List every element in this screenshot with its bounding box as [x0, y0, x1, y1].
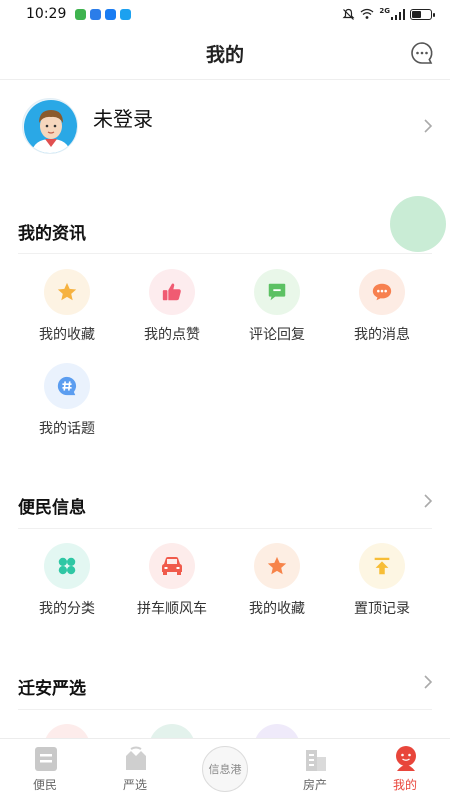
page-title: 我的	[205, 44, 244, 66]
chevron-right-icon[interactable]	[422, 493, 434, 509]
hashtag-icon	[57, 376, 77, 396]
convenience-item-favorites[interactable]: 我的收藏	[224, 543, 330, 621]
battery-level	[412, 10, 421, 18]
building-icon	[306, 750, 326, 771]
convenience-item-pin-records[interactable]: 置顶记录	[329, 543, 435, 621]
item-label: 评论回复	[249, 327, 305, 343]
avatar[interactable]	[22, 98, 78, 154]
tab-info-port[interactable]: 信息港	[202, 746, 248, 792]
divider	[18, 528, 432, 529]
app-notification-icon	[90, 8, 102, 20]
header: 我的	[0, 28, 450, 80]
icon-circle	[149, 269, 195, 315]
item-label: 拼车顺风车	[137, 601, 207, 617]
divider	[18, 253, 432, 254]
chat-bubble-icon	[411, 42, 433, 64]
item-label: 我的话题	[39, 421, 95, 437]
status-time: 10:29	[26, 6, 67, 22]
tab-real-estate[interactable]: 房产	[270, 739, 360, 800]
chevron-right-icon[interactable]	[422, 118, 434, 134]
icon-circle	[44, 269, 90, 315]
item-label: 我的分类	[39, 601, 95, 617]
tab-label: 便民	[32, 778, 57, 792]
tab-my[interactable]: 我的	[360, 739, 450, 800]
tab-label: 房产	[302, 778, 327, 792]
news-item-favorites[interactable]: 我的收藏	[14, 269, 120, 347]
selection-icon	[126, 746, 146, 770]
item-label: 我的收藏	[249, 601, 305, 617]
battery-icon	[410, 8, 435, 20]
item-label: 我的收藏	[39, 327, 95, 343]
section-title-selection[interactable]: 迁安严选	[18, 674, 86, 699]
section-title-convenience[interactable]: 便民信息	[18, 493, 86, 518]
signal-icon	[391, 8, 405, 20]
message-icon	[372, 283, 392, 301]
pin-top-icon	[374, 557, 390, 575]
category-icon	[58, 557, 76, 575]
floating-assist-button[interactable]	[390, 196, 446, 252]
icon-circle	[254, 269, 300, 315]
mute-icon	[342, 8, 355, 20]
news-item-topics[interactable]: 我的话题	[14, 363, 120, 441]
news-item-comment-reply[interactable]: 评论回复	[224, 269, 330, 347]
default-avatar-icon	[24, 100, 77, 153]
login-status[interactable]: 未登录	[93, 103, 153, 132]
status-bar: 10:29 2G	[0, 0, 450, 28]
app-notification-icon	[120, 8, 132, 20]
divider	[18, 709, 432, 710]
star-icon	[57, 282, 77, 301]
convenience-item-categories[interactable]: 我的分类	[14, 543, 120, 621]
star-icon	[267, 556, 287, 575]
profile-icon	[396, 746, 416, 771]
news-item-messages[interactable]: 我的消息	[329, 269, 435, 347]
item-label: 我的点赞	[144, 327, 200, 343]
chevron-right-icon[interactable]	[422, 674, 434, 690]
icon-circle	[359, 269, 405, 315]
app-notification-icon	[75, 8, 87, 20]
tab-label: 我的	[392, 778, 417, 792]
bottom-tab-bar: 便民 严选 信息港 房产 我的	[0, 738, 450, 800]
message-button[interactable]	[410, 41, 434, 65]
news-item-likes[interactable]: 我的点赞	[119, 269, 225, 347]
section-title-news: 我的资讯	[18, 224, 86, 244]
item-label: 我的消息	[354, 327, 410, 343]
icon-circle	[149, 543, 195, 589]
item-label: 置顶记录	[354, 601, 410, 617]
icon-circle	[359, 543, 405, 589]
app-notification-icon	[105, 8, 117, 20]
icon-circle	[44, 543, 90, 589]
profile-card[interactable]: 未登录	[0, 80, 450, 172]
tab-convenience[interactable]: 便民	[0, 739, 90, 800]
tab-label: 信息港	[208, 763, 242, 776]
icon-circle	[254, 543, 300, 589]
convenience-item-carpool[interactable]: 拼车顺风车	[119, 543, 225, 621]
tab-label: 严选	[122, 778, 147, 792]
wifi-icon	[360, 8, 374, 19]
comment-icon	[268, 283, 286, 301]
network-type: 2G	[379, 7, 390, 15]
convenience-icon	[35, 747, 57, 771]
icon-circle	[44, 363, 90, 409]
thumbs-up-icon	[162, 283, 181, 301]
tab-selection[interactable]: 严选	[90, 739, 180, 800]
car-icon	[162, 557, 182, 575]
